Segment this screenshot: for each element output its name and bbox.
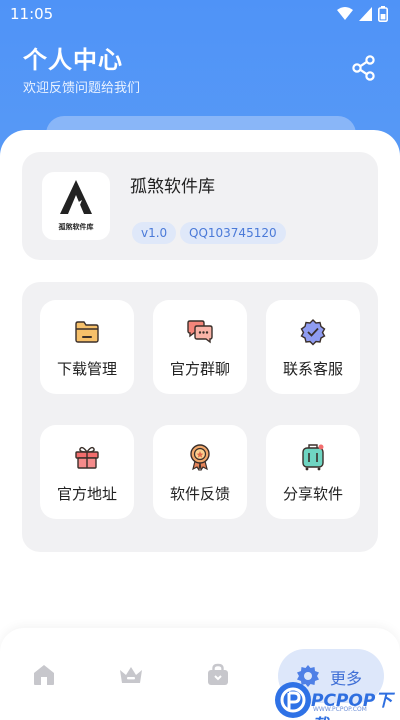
menu-item-feedback[interactable]: 软件反馈 [153,425,247,519]
status-icons [337,6,388,22]
menu-item-label: 官方地址 [56,485,117,503]
tab-store[interactable] [205,662,231,688]
battery-icon [378,6,388,22]
menu-item-contact-support[interactable]: 联系客服 [266,300,360,394]
bag-icon [208,663,228,685]
page-title: 个人中心 [23,46,123,74]
menu-item-label: 联系客服 [282,360,343,378]
menu-item-label: 下载管理 [56,360,117,378]
menu-item-label: 官方群聊 [169,360,230,378]
menu-item-label: 软件反馈 [169,485,230,503]
watermark-subtext: WWW.PCPOP.COM [313,706,367,713]
signal-icon [359,7,372,21]
watermark: PCPOP下载 WWW.PCPOP.COM [275,682,400,720]
medal-icon [190,444,210,471]
watermark-text: PCPOP下载 [311,691,393,720]
home-icon [34,665,54,685]
chat-bubbles-icon [187,320,213,344]
gift-icon [75,446,99,469]
status-time: 11:05 [10,5,54,23]
menu-item-label: 分享软件 [282,485,343,503]
version-badge: v1.0 [132,222,177,244]
logo-caption: 孤煞软件库 [58,223,94,231]
menu-item-official-group[interactable]: 官方群聊 [153,300,247,394]
share-button[interactable] [350,54,378,82]
menu-grid: 下载管理 官方群聊 联系客服 官方地址 软件反馈 分享软件 [22,282,378,552]
watermark-logo-icon [275,682,311,718]
logo-mark-icon [60,180,92,214]
profile-card: 孤煞软件库 孤煞软件库 v1.0 QQ103745120 [22,152,378,260]
crown-icon [120,667,142,683]
app-logo: 孤煞软件库 [42,172,110,240]
status-bar: 11:05 [0,0,400,28]
wifi-icon [337,7,353,20]
qq-badge[interactable]: QQ103745120 [180,222,286,244]
tab-home[interactable] [31,662,57,688]
luggage-icon [302,444,324,471]
verified-badge-icon [300,319,326,346]
page-subtitle: 欢迎反馈问题给我们 [23,81,141,96]
menu-item-download-management[interactable]: 下载管理 [40,300,134,394]
share-icon [352,55,375,81]
app-name: 孤煞软件库 [130,177,215,197]
menu-item-share-app[interactable]: 分享软件 [266,425,360,519]
menu-item-official-address[interactable]: 官方地址 [40,425,134,519]
tab-vip[interactable] [118,662,144,688]
folder-icon [75,321,99,343]
